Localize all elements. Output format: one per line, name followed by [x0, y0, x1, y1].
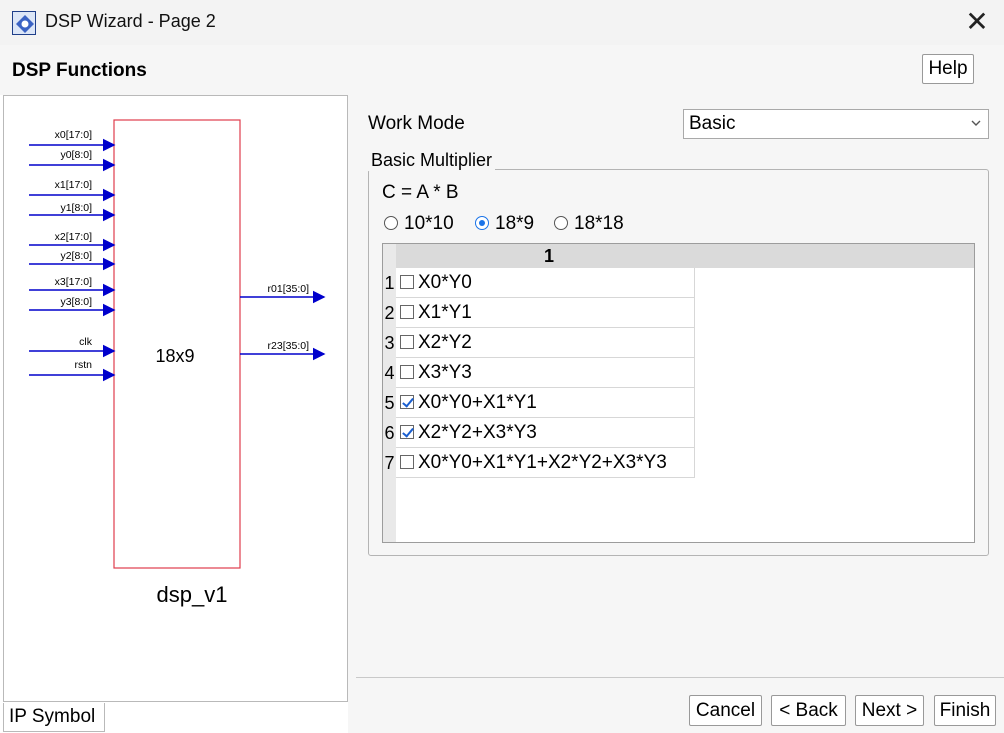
- radio-label: 18*9: [495, 213, 535, 234]
- back-button[interactable]: < Back: [771, 695, 846, 726]
- function-checkbox[interactable]: [400, 455, 414, 469]
- function-checkbox[interactable]: [400, 425, 414, 439]
- radio-option[interactable]: 18*18: [554, 213, 624, 235]
- table-row: 2 X1*Y1: [383, 298, 695, 328]
- function-option[interactable]: X0*Y0: [396, 268, 695, 298]
- radio-button[interactable]: [475, 216, 489, 230]
- function-option[interactable]: X0*Y0+X1*Y1: [396, 388, 695, 418]
- function-label: X2*Y2: [418, 332, 472, 353]
- footer-divider: [356, 677, 1004, 678]
- tab-ip-symbol[interactable]: IP Symbol: [3, 703, 105, 732]
- table-row: 1 X0*Y0: [383, 268, 695, 298]
- table-column-header: 1: [396, 244, 974, 268]
- row-number: 5: [383, 388, 396, 418]
- chevron-down-icon: [970, 110, 982, 147]
- radio-label: 10*10: [404, 213, 454, 234]
- dsp-block: [113, 119, 241, 569]
- next-button[interactable]: Next >: [855, 695, 924, 726]
- ip-symbol-diagram: 18x9 dsp_v1 x0[17:0] y0[8:0] x1[17:0] y1[8:0]…: [29, 119, 326, 607]
- function-label: X0*Y0: [418, 272, 472, 293]
- table-row: 3 X2*Y2: [383, 328, 695, 358]
- table-row: 6 X2*Y2+X3*Y3: [383, 418, 695, 448]
- formula-text: C = A * B: [382, 182, 459, 203]
- block-label: 18x9: [155, 346, 194, 366]
- row-number: 6: [383, 418, 396, 448]
- row-number: 7: [383, 448, 396, 478]
- row-number: 3: [383, 328, 396, 358]
- dsp-app-icon: [12, 11, 36, 35]
- table-row: 4 X3*Y3: [383, 358, 695, 388]
- cancel-button[interactable]: Cancel: [689, 695, 762, 726]
- function-option[interactable]: X1*Y1: [396, 298, 695, 328]
- input-port-label: rstn: [74, 359, 92, 371]
- row-number: 1: [383, 268, 396, 298]
- config-area: Work Mode Basic Basic Multiplier C = A *…: [348, 95, 1004, 733]
- input-port-label: x0[17:0]: [55, 129, 92, 141]
- window-title: DSP Wizard - Page 2: [45, 11, 216, 31]
- input-port-label: x2[17:0]: [55, 231, 92, 243]
- group-title: Basic Multiplier: [368, 150, 496, 171]
- row-number: 2: [383, 298, 396, 328]
- function-checkbox[interactable]: [400, 305, 414, 319]
- input-port-label: clk: [79, 336, 93, 348]
- function-checkbox[interactable]: [400, 275, 414, 289]
- output-port-label: r01[35:0]: [268, 283, 310, 295]
- function-option[interactable]: X3*Y3: [396, 358, 695, 388]
- function-option[interactable]: X2*Y2: [396, 328, 695, 358]
- input-port-label: x3[17:0]: [55, 276, 92, 288]
- function-checkbox[interactable]: [400, 335, 414, 349]
- function-label: X3*Y3: [418, 362, 472, 383]
- table-row: 5 X0*Y0+X1*Y1: [383, 388, 695, 418]
- table-row: 7 X0*Y0+X1*Y1+X2*Y2+X3*Y3: [383, 448, 695, 478]
- module-name: dsp_v1: [157, 582, 228, 607]
- page-header: DSP Functions Help: [0, 45, 1004, 95]
- input-port-label: y2[8:0]: [60, 250, 92, 262]
- function-label: X2*Y2+X3*Y3: [418, 422, 537, 443]
- input-port-label: y0[8:0]: [60, 149, 92, 161]
- close-button[interactable]: ✕: [960, 6, 994, 40]
- input-port-label: x1[17:0]: [55, 179, 92, 191]
- title-bar: DSP Wizard - Page 2 ✕: [0, 0, 1004, 45]
- input-port-label: y1[8:0]: [60, 202, 92, 214]
- radio-button[interactable]: [554, 216, 568, 230]
- radio-option[interactable]: 10*10: [384, 213, 454, 235]
- work-mode-value: Basic: [689, 113, 736, 134]
- radio-label: 18*18: [574, 213, 624, 234]
- help-button[interactable]: Help: [922, 54, 974, 84]
- function-option[interactable]: X2*Y2+X3*Y3: [396, 418, 695, 448]
- radio-button[interactable]: [384, 216, 398, 230]
- radio-option[interactable]: 18*9: [475, 213, 534, 235]
- input-port-label: y3[8:0]: [60, 296, 92, 308]
- function-label: X0*Y0+X1*Y1: [418, 392, 537, 413]
- function-option[interactable]: X0*Y0+X1*Y1+X2*Y2+X3*Y3: [396, 448, 695, 478]
- function-label: X1*Y1: [418, 302, 472, 323]
- close-icon: ✕: [965, 6, 989, 37]
- function-checkbox[interactable]: [400, 365, 414, 379]
- work-mode-label: Work Mode: [368, 113, 465, 134]
- work-mode-select[interactable]: Basic: [683, 109, 989, 139]
- function-checkbox[interactable]: [400, 395, 414, 409]
- row-number: 4: [383, 358, 396, 388]
- section-title: DSP Functions: [12, 60, 147, 81]
- ip-symbol-panel: 18x9 dsp_v1 x0[17:0] y0[8:0] x1[17:0] y1[8:0]…: [3, 95, 348, 702]
- finish-button[interactable]: Finish: [934, 695, 996, 726]
- function-label: X0*Y0+X1*Y1+X2*Y2+X3*Y3: [418, 452, 667, 473]
- output-port-label: r23[35:0]: [268, 340, 310, 352]
- function-table: 1 1 X0*Y0 2 X1*Y1 3 X2*Y2 4 X3*Y3 5 X0*Y0+X1*Y1 6 X…: [382, 243, 975, 543]
- column-header-label: 1: [544, 246, 555, 266]
